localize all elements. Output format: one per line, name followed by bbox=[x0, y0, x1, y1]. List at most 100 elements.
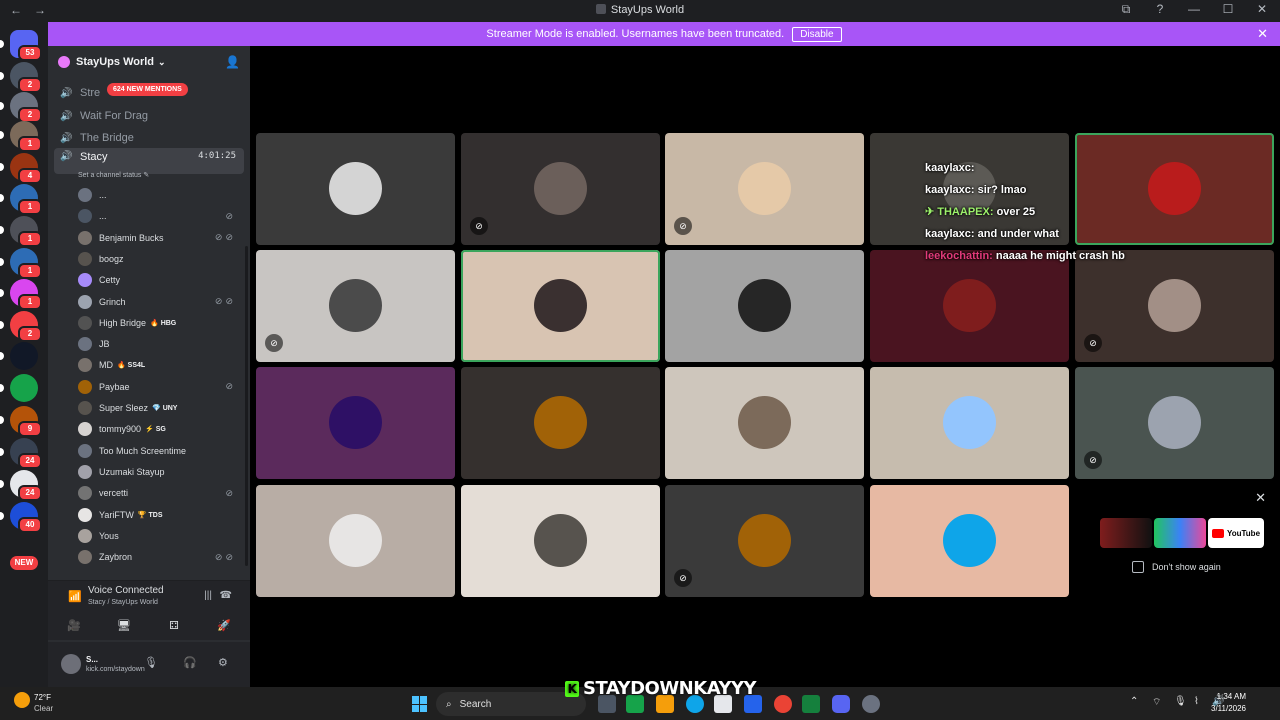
chrome-icon[interactable] bbox=[774, 695, 792, 713]
youtube-activity[interactable]: YouTube bbox=[1208, 518, 1264, 548]
voice-member[interactable]: tommy900 ⚡ SG bbox=[78, 420, 240, 438]
headphones-icon[interactable]: 🎧 bbox=[183, 656, 197, 669]
voice-member[interactable]: ... bbox=[78, 186, 240, 204]
screen-share-button[interactable]: 🖥 bbox=[104, 615, 144, 635]
video-tile[interactable]: ⊘ bbox=[256, 250, 455, 362]
taskbar-search[interactable]: ⌕ Search bbox=[436, 692, 586, 716]
minimize-button[interactable]: — bbox=[1186, 2, 1202, 17]
voice-member[interactable]: Paybae ⊘ bbox=[78, 378, 240, 396]
server-icon[interactable]: 53 bbox=[0, 30, 42, 61]
avatar bbox=[329, 396, 382, 449]
voice-member[interactable]: vercetti ⊘ bbox=[78, 484, 240, 502]
close-promo-icon[interactable]: ✕ bbox=[1255, 490, 1266, 506]
obs-icon[interactable] bbox=[862, 695, 880, 713]
voice-member[interactable]: Zaybron ⊘⊘ bbox=[78, 548, 240, 566]
server-icon[interactable]: 2 bbox=[0, 62, 42, 93]
weather-icon[interactable] bbox=[14, 692, 30, 708]
server-icon[interactable]: 9 bbox=[0, 406, 42, 437]
server-icon[interactable]: 1 bbox=[0, 248, 42, 279]
voice-member[interactable]: JB bbox=[78, 335, 240, 353]
close-button[interactable]: ✕ bbox=[1254, 2, 1270, 17]
video-tile[interactable] bbox=[870, 485, 1069, 597]
server-icon[interactable]: 1 bbox=[0, 216, 42, 247]
server-icon[interactable]: 24 bbox=[0, 438, 42, 469]
disable-streamer-button[interactable]: Disable bbox=[792, 26, 842, 42]
voice-member[interactable]: Grinch ⊘⊘ bbox=[78, 293, 240, 311]
video-tile[interactable] bbox=[256, 133, 455, 245]
video-tile[interactable] bbox=[665, 367, 864, 479]
excel-icon[interactable] bbox=[802, 695, 820, 713]
server-icon[interactable] bbox=[0, 342, 38, 370]
voice-member[interactable]: MD 🔥 SS4L bbox=[78, 356, 240, 374]
video-tile[interactable] bbox=[461, 367, 660, 479]
video-tile[interactable]: ⊘ bbox=[665, 485, 864, 597]
activities-button[interactable]: ⚃ bbox=[154, 615, 194, 635]
voice-status[interactable]: Voice Connected bbox=[88, 585, 164, 596]
server-icon[interactable]: 2 bbox=[0, 92, 42, 123]
activity-thumbnail[interactable] bbox=[1100, 518, 1152, 548]
voice-member[interactable]: High Bridge 🔥 HBG bbox=[78, 314, 240, 332]
video-tile[interactable] bbox=[256, 485, 455, 597]
disconnect-icon[interactable]: ☎ bbox=[220, 590, 232, 601]
activity-thumbnail[interactable] bbox=[1154, 518, 1206, 548]
dont-show-checkbox[interactable] bbox=[1132, 561, 1144, 573]
tray-chevron-icon[interactable]: ⌃ bbox=[1130, 696, 1138, 707]
voice-member[interactable]: Super Sleez 💎 UNY bbox=[78, 399, 240, 417]
video-tile[interactable] bbox=[870, 367, 1069, 479]
video-tile[interactable] bbox=[461, 250, 660, 362]
unread-pip bbox=[0, 226, 4, 234]
server-icon[interactable]: 24 bbox=[0, 470, 42, 501]
invite-people-icon[interactable]: 👤 bbox=[225, 55, 240, 69]
video-tile[interactable]: ⊘ bbox=[665, 133, 864, 245]
server-icon[interactable]: 1 bbox=[0, 121, 42, 152]
video-tile[interactable] bbox=[256, 367, 455, 479]
maximize-button[interactable]: ☐ bbox=[1220, 2, 1236, 17]
mic-icon[interactable]: 🎙 bbox=[144, 656, 158, 669]
voice-member[interactable]: YariFTW 🏆 TDS bbox=[78, 506, 240, 524]
voice-member[interactable]: Cetty bbox=[78, 271, 240, 289]
voice-member[interactable]: ... ⊘ bbox=[78, 207, 240, 225]
voice-member[interactable]: Benjamin Bucks ⊘⊘ bbox=[78, 229, 240, 247]
server-icon[interactable] bbox=[0, 374, 38, 402]
channel-item-wait-for-drag[interactable]: 🔊 Wait For Drag bbox=[54, 106, 244, 126]
inbox-icon[interactable]: ⧉ bbox=[1118, 2, 1134, 17]
server-icon[interactable]: 40 bbox=[0, 502, 42, 533]
wifi-icon[interactable]: ⌇ bbox=[1194, 696, 1199, 707]
avatar[interactable] bbox=[61, 654, 81, 674]
weather-temp[interactable]: 72°F bbox=[34, 693, 51, 702]
clock-date[interactable]: 3/11/2026 bbox=[1211, 704, 1246, 713]
voice-location[interactable]: Stacy / StayUps World bbox=[88, 599, 158, 606]
server-icon[interactable]: 1 bbox=[0, 184, 42, 215]
new-servers-badge[interactable]: NEW bbox=[10, 556, 38, 570]
video-tile[interactable] bbox=[461, 485, 660, 597]
new-mentions-badge[interactable]: 624 NEW MENTIONS bbox=[107, 83, 188, 96]
server-icon[interactable]: 2 bbox=[0, 311, 42, 342]
noise-suppression-icon[interactable]: ||| bbox=[204, 590, 212, 601]
mic-tray-icon[interactable]: 🎙 bbox=[1174, 696, 1187, 707]
server-header[interactable]: StayUps World ⌄ 👤 bbox=[48, 46, 250, 78]
voice-member[interactable]: Yous bbox=[78, 527, 240, 545]
voice-member[interactable]: Uzumaki Stayup bbox=[78, 463, 240, 481]
weather-condition[interactable]: Clear bbox=[34, 704, 53, 713]
video-tile[interactable]: ⊘ bbox=[1075, 367, 1274, 479]
camera-button[interactable]: 🎥 bbox=[54, 615, 94, 635]
server-icon[interactable]: 1 bbox=[0, 279, 42, 310]
network-icon[interactable]: ⌔ bbox=[1152, 696, 1161, 709]
video-tile[interactable] bbox=[665, 250, 864, 362]
scrollbar[interactable] bbox=[245, 246, 248, 566]
signal-icon[interactable]: 📶 bbox=[68, 590, 82, 603]
settings-gear-icon[interactable]: ⚙ bbox=[218, 656, 228, 669]
video-tile[interactable]: ⊘ bbox=[461, 133, 660, 245]
voice-member[interactable]: boogz bbox=[78, 250, 240, 268]
help-icon[interactable]: ? bbox=[1152, 2, 1168, 17]
voice-member[interactable]: Too Much Screentime bbox=[78, 442, 240, 460]
discord-icon[interactable] bbox=[832, 695, 850, 713]
avatar bbox=[1148, 279, 1201, 332]
start-icon[interactable] bbox=[412, 696, 428, 712]
soundboard-button[interactable]: 🚀 bbox=[204, 615, 244, 635]
close-banner-icon[interactable]: ✕ bbox=[1257, 26, 1268, 42]
clock-time[interactable]: 1:34 AM bbox=[1217, 692, 1246, 701]
channel-status[interactable]: Set a channel status ✎ bbox=[78, 171, 149, 179]
server-icon[interactable]: 4 bbox=[0, 153, 42, 184]
channel-item-the-bridge[interactable]: 🔊 The Bridge bbox=[54, 128, 244, 148]
